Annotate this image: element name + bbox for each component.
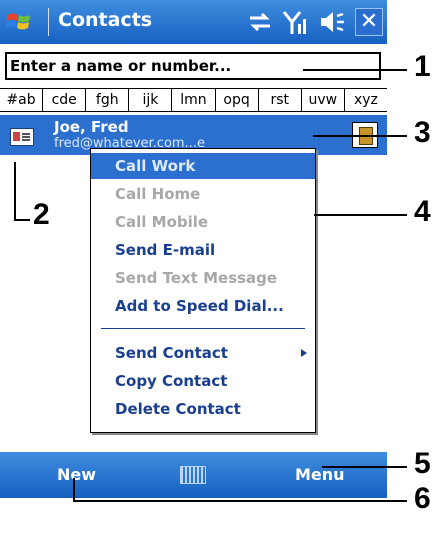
callout-number-5: 5 bbox=[414, 447, 431, 480]
menu-item-send-email[interactable]: Send E-mail bbox=[91, 237, 315, 263]
soft-key-bar: New Menu bbox=[0, 452, 387, 498]
device-screen: Contacts ✕ Enter a name or number... #ab… bbox=[0, 0, 387, 498]
alpha-tab[interactable]: cde bbox=[43, 89, 87, 111]
signal-strength-icon[interactable] bbox=[282, 8, 310, 36]
contact-card-icon bbox=[10, 128, 34, 146]
alpha-tab[interactable]: opq bbox=[216, 89, 259, 111]
windows-start-icon[interactable] bbox=[6, 9, 32, 35]
new-softkey[interactable]: New bbox=[57, 465, 96, 484]
callout-number-3: 3 bbox=[414, 116, 431, 149]
keyboard-icon[interactable] bbox=[180, 466, 206, 484]
callout-line-3 bbox=[313, 135, 407, 137]
menu-item-call-home[interactable]: Call Home bbox=[91, 181, 315, 207]
callout-line-2-horizontal bbox=[14, 219, 30, 221]
close-button[interactable]: ✕ bbox=[355, 8, 383, 36]
callout-line-4 bbox=[314, 214, 407, 216]
title-bar: Contacts ✕ bbox=[0, 0, 387, 44]
callout-line-2-vertical bbox=[14, 162, 16, 220]
callout-line-6-vertical bbox=[73, 478, 75, 500]
callout-number-6: 6 bbox=[414, 482, 431, 515]
alphabet-tabs: #ab cde fgh ijk lmn opq rst uvw xyz bbox=[0, 88, 387, 112]
menu-item-delete-contact[interactable]: Delete Contact bbox=[91, 396, 315, 422]
alpha-tab[interactable]: uvw bbox=[302, 89, 345, 111]
menu-item-add-speed-dial[interactable]: Add to Speed Dial... bbox=[91, 293, 315, 319]
alpha-tab[interactable]: #ab bbox=[0, 89, 44, 111]
app-title: Contacts bbox=[58, 9, 153, 31]
menu-item-send-contact[interactable]: Send Contact bbox=[91, 340, 315, 366]
alpha-tab[interactable]: fgh bbox=[86, 89, 130, 111]
context-menu: Call Work Call Home Call Mobile Send E-m… bbox=[90, 148, 316, 433]
submenu-arrow-icon bbox=[301, 349, 307, 357]
menu-item-call-mobile[interactable]: Call Mobile bbox=[91, 209, 315, 235]
menu-item-call-work[interactable]: Call Work bbox=[91, 153, 315, 179]
title-separator bbox=[48, 8, 49, 36]
alpha-tab[interactable]: lmn bbox=[172, 89, 216, 111]
contact-name: Joe, Fred bbox=[54, 118, 129, 136]
alpha-tab[interactable]: xyz bbox=[345, 89, 387, 111]
menu-separator bbox=[101, 328, 305, 329]
alpha-tab[interactable]: rst bbox=[259, 89, 302, 111]
callout-number-2: 2 bbox=[33, 198, 50, 231]
callout-line-5 bbox=[322, 466, 407, 468]
search-input[interactable]: Enter a name or number... bbox=[5, 52, 381, 80]
sync-arrows-icon[interactable] bbox=[246, 8, 274, 36]
menu-item-label: Send Contact bbox=[115, 344, 228, 362]
alpha-tab[interactable]: ijk bbox=[129, 89, 173, 111]
menu-item-copy-contact[interactable]: Copy Contact bbox=[91, 368, 315, 394]
callout-number-1: 1 bbox=[414, 50, 431, 83]
callout-line-1 bbox=[303, 69, 407, 71]
callout-line-6-horizontal bbox=[73, 500, 407, 502]
volume-icon[interactable] bbox=[318, 8, 346, 36]
callout-number-4: 4 bbox=[414, 195, 431, 228]
menu-item-send-text-message[interactable]: Send Text Message bbox=[91, 265, 315, 291]
